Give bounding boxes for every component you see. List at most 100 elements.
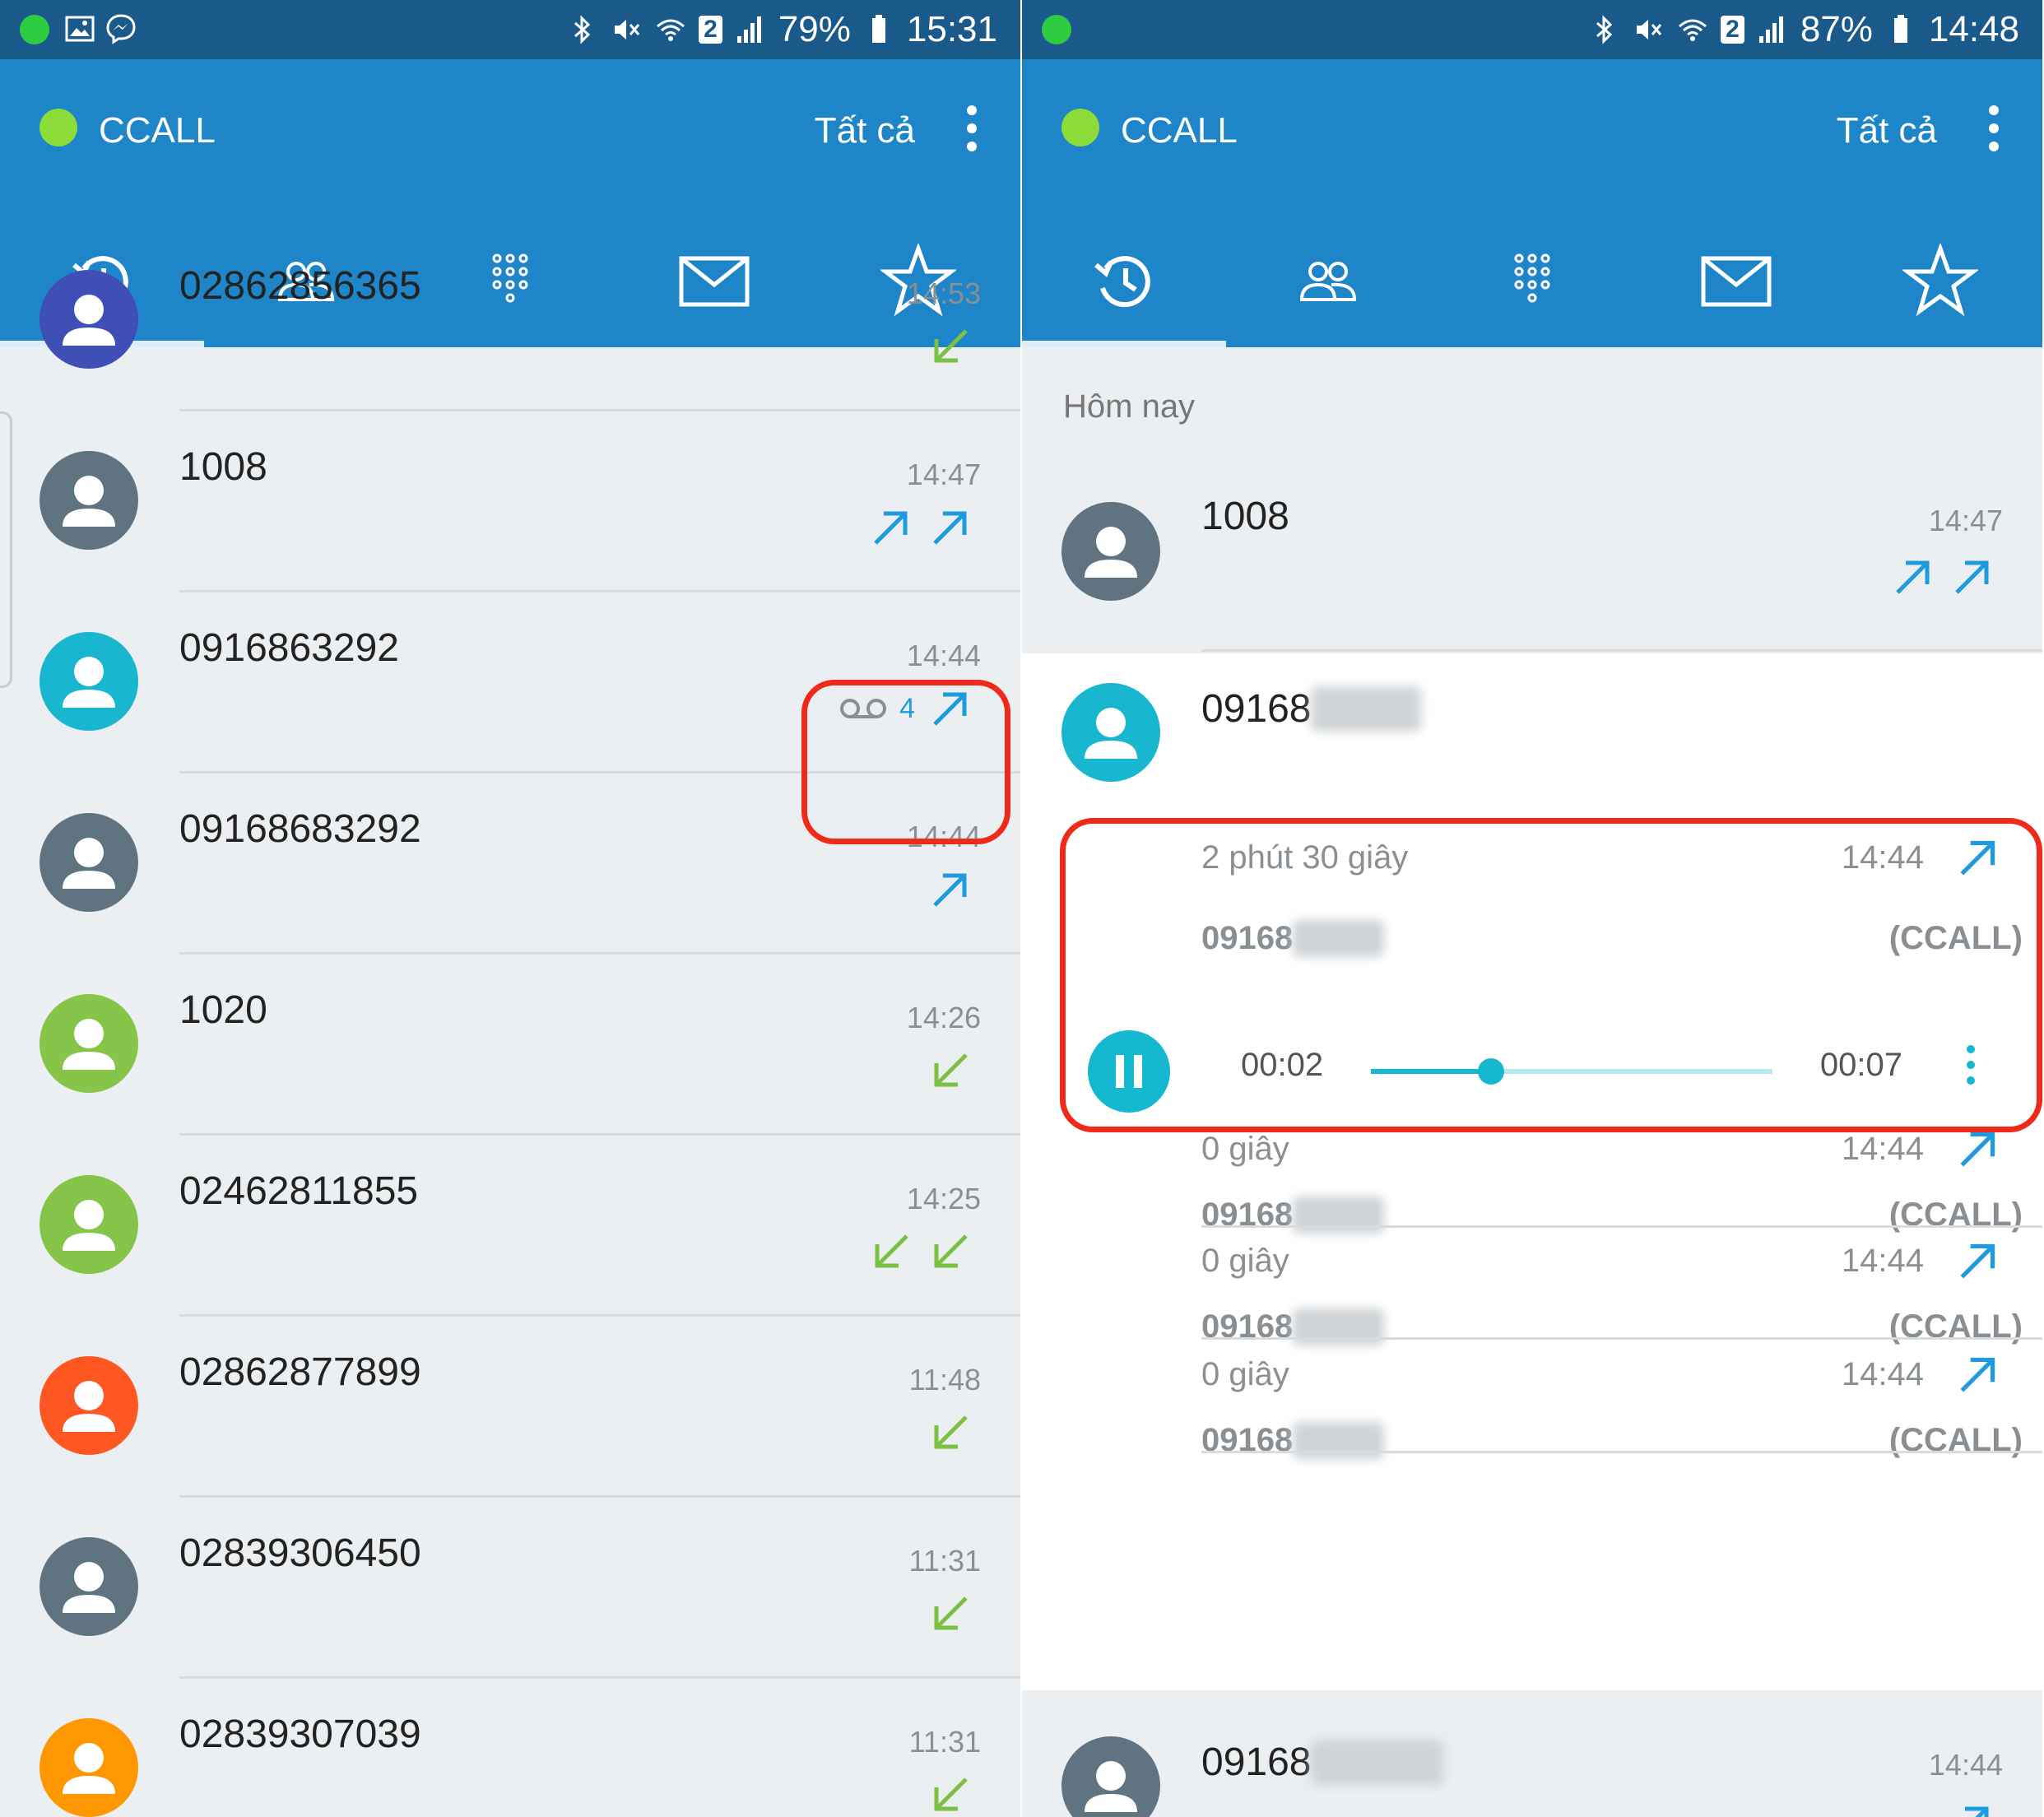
recording-highlight (1060, 818, 2042, 1132)
call-time: 11:48 (908, 1363, 981, 1396)
signal-icon (736, 16, 761, 43)
avatar (1061, 502, 1160, 601)
incoming-call-icon (934, 1596, 968, 1630)
call-directions (927, 1590, 974, 1638)
outgoing-call-icon (1965, 1806, 1989, 1817)
avatar (39, 813, 138, 912)
incoming-call-icon (875, 1234, 908, 1268)
contact-avatar-icon (1085, 527, 1137, 578)
tab-history[interactable] (1022, 216, 1226, 347)
call-row[interactable]: 02462811855 14:25 (0, 1136, 1020, 1317)
outgoing-call-icon (933, 511, 967, 545)
call-row[interactable]: 1020 14:26 (0, 955, 1020, 1136)
gallery-notification-icon (65, 16, 95, 42)
row-divider (1201, 649, 2042, 652)
contacts-icon (1299, 262, 1357, 301)
right-phone-screen: 2 87% 14:48 CCALL Tất cả Hôm nay 1008 14… (1022, 0, 2042, 1817)
call-time: 14:44 (1928, 1748, 2003, 1782)
number-hidden: 63292 (1293, 1422, 1385, 1459)
call-directions (1889, 553, 1996, 601)
contact-number: 02839306450 (179, 1531, 421, 1575)
call-log-list: 02862856365 14:53 1008 14:47 0916863292 14:44… (0, 264, 1020, 1817)
sim-indicator: 2 (1721, 16, 1744, 44)
contact-avatar-icon (63, 1743, 115, 1794)
recording-time: 14:44 (1841, 1131, 1924, 1167)
sip-status-icon (1061, 109, 1099, 146)
call-time: 11:31 (908, 1725, 981, 1759)
recording-time: 14:44 (1841, 1356, 1924, 1392)
contact-number: 02839307039 (179, 1712, 421, 1756)
contact-number: 02862856365 (179, 264, 421, 308)
call-row[interactable]: 02839306450 11:31 (0, 1498, 1020, 1679)
call-time: 14:44 (906, 639, 981, 672)
history-icon (1094, 256, 1150, 308)
tab-dialpad[interactable] (1430, 216, 1634, 347)
recording-number: 0916863292 (1201, 1422, 1385, 1459)
messenger-notification-icon (106, 14, 136, 44)
recording-entry[interactable]: 0 giây14:440916863292(CCALL) (1201, 1226, 2042, 1345)
tab-contacts[interactable] (1226, 216, 1430, 347)
signal-icon (1758, 16, 1783, 43)
contact-number: 09168683292 (1201, 1740, 1443, 1785)
call-row[interactable]: 02862877899 11:48 (0, 1317, 1020, 1498)
recording-entry[interactable]: 0 giây 14:44 0916863292 (CCALL) (1201, 1340, 2042, 1459)
mute-icon (615, 20, 640, 40)
recording-time: 14:44 (1841, 1243, 1924, 1279)
call-time: 14:47 (906, 458, 981, 491)
status-indicators: 2 87% 14:48 (1587, 5, 2019, 54)
more-options-button[interactable] (1985, 105, 2003, 151)
tab-messages[interactable] (1634, 216, 1838, 347)
call-row[interactable]: 02839307039 11:31 (0, 1679, 1020, 1817)
call-row[interactable]: 1008 14:47 (0, 411, 1020, 592)
battery-icon (871, 15, 885, 43)
status-bar: 2 87% 14:48 (1022, 0, 2042, 59)
avatar (39, 451, 138, 550)
avatar (39, 632, 138, 731)
call-directions (1949, 1799, 1996, 1817)
contact-avatar-icon (63, 476, 115, 527)
call-directions (927, 323, 974, 370)
call-directions (927, 1771, 974, 1817)
wifi-icon (657, 19, 685, 41)
contact-avatar-icon (63, 1381, 115, 1432)
bluetooth-icon (1596, 15, 1613, 44)
app-title: CCALL (99, 110, 216, 151)
expanded-contact-number: 0916863292 (1201, 686, 1421, 732)
notification-dot-icon (20, 15, 49, 44)
number-hidden: 63292 (1311, 686, 1421, 732)
contact-number: 02462811855 (179, 1169, 419, 1213)
filter-dropdown[interactable]: Tất cả (815, 110, 915, 151)
clock: 14:48 (1928, 9, 2019, 49)
number-prefix: 09168 (1201, 1740, 1312, 1784)
section-header-today: Hôm nay (1063, 388, 1196, 425)
incoming-call-icon (934, 1053, 968, 1087)
scroll-edge (0, 411, 12, 688)
contact-avatar-icon (63, 295, 115, 346)
left-phone-screen: 2 79% 15:31 CCALL Tất cả 02862856365 14:… (0, 0, 1020, 1817)
contact-number: 1020 (179, 988, 267, 1032)
call-row[interactable]: 02862856365 14:53 (0, 230, 1020, 411)
call-time: 14:53 (906, 276, 981, 310)
more-options-button[interactable] (963, 105, 981, 151)
call-row-09168[interactable]: 09168683292 14:44 (1022, 1723, 2042, 1817)
contact-number: 09168683292 (179, 807, 421, 851)
sip-status-icon (39, 109, 77, 146)
outgoing-call-icon (874, 511, 908, 545)
recording-duration: 0 giây (1201, 1356, 1289, 1392)
call-directions (867, 504, 974, 551)
recording-duration: 0 giây (1201, 1131, 1289, 1167)
incoming-call-icon (934, 1415, 968, 1449)
avatar (39, 1718, 138, 1817)
call-row-1008[interactable]: 1008 14:47 (1022, 471, 2042, 652)
filter-dropdown[interactable]: Tất cả (1837, 110, 1937, 151)
contact-avatar-icon (63, 1562, 115, 1613)
contact-number: 1008 (179, 445, 267, 489)
tab-favorites[interactable] (1838, 216, 2042, 347)
wifi-icon (1679, 19, 1707, 41)
avatar (1061, 1736, 1160, 1817)
notification-dot-icon (1042, 15, 1071, 44)
contact-avatar-icon (63, 838, 115, 889)
avatar (1061, 683, 1160, 782)
recording-line: (CCALL) (1888, 1422, 2023, 1458)
avatar (39, 1537, 138, 1636)
